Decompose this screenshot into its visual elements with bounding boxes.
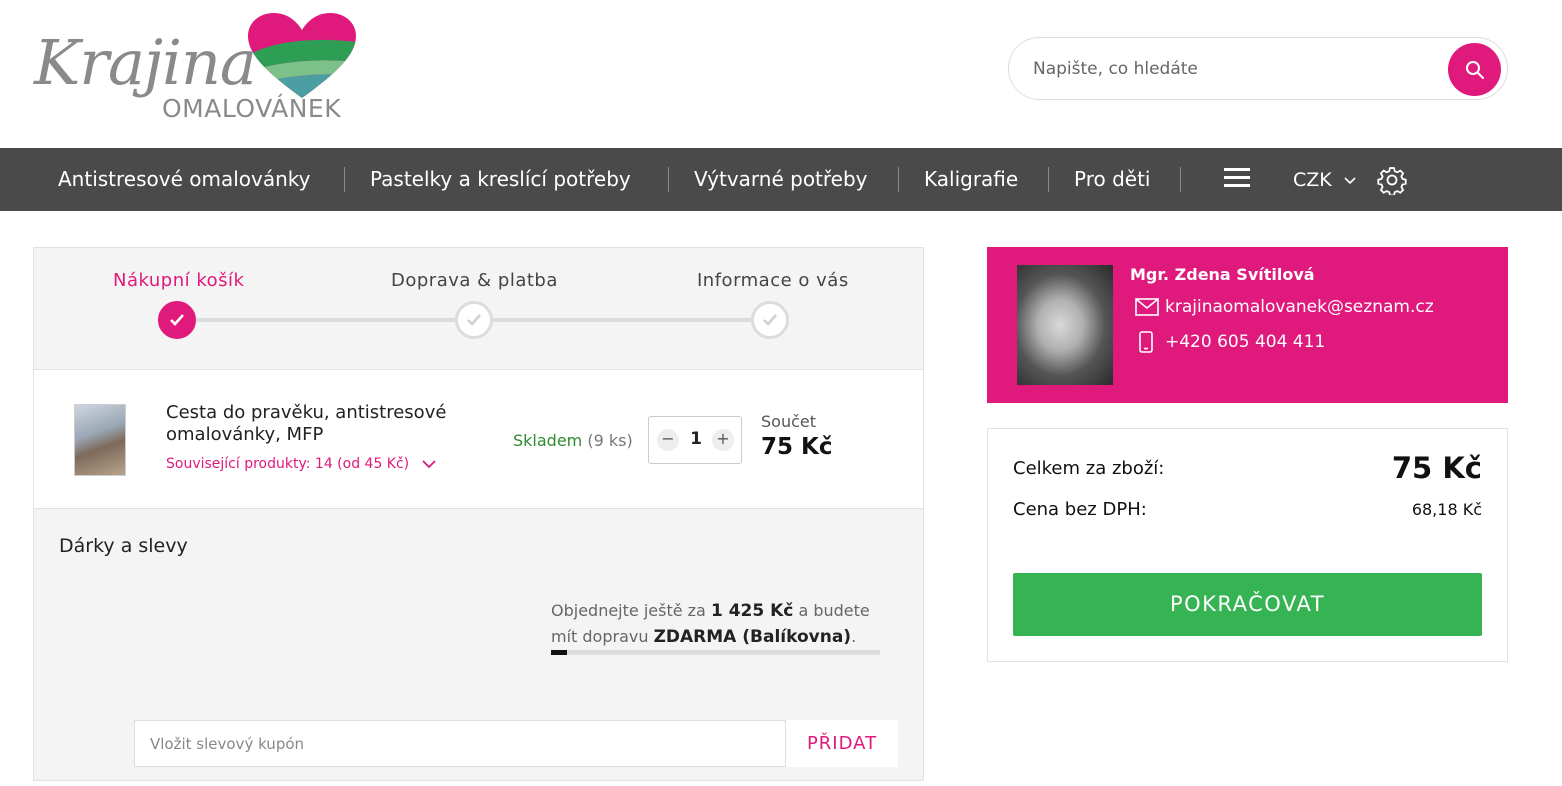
coupon-input[interactable] (134, 720, 786, 767)
gear-icon[interactable] (1377, 165, 1407, 195)
shipping-remaining-amount: 1 425 Kč (710, 601, 794, 621)
step-connector (493, 318, 771, 322)
decrease-quantity-button[interactable]: − (657, 429, 679, 451)
chevron-down-icon (1344, 176, 1356, 184)
free-shipping-progress-fill (551, 650, 568, 655)
nav-divider (1048, 167, 1049, 192)
hamburger-icon[interactable] (1224, 168, 1250, 190)
stock-status: Skladem (9 ks) (513, 431, 633, 450)
continue-button[interactable]: POKRAČOVAT (1013, 573, 1482, 636)
site-header: Krajina OMALOVÁNEK (0, 0, 1562, 148)
total-value: 75 Kč (1391, 451, 1482, 485)
mail-icon (1135, 298, 1159, 316)
stock-quantity: (9 ks) (587, 431, 633, 450)
main-navigation: Antistresové omalovánky Pastelky a kresl… (0, 148, 1562, 211)
contact-name: Mgr. Zdena Svítilová (1130, 265, 1315, 284)
check-icon (763, 314, 777, 326)
product-name[interactable]: Cesta do pravěku, antistresové omalovánk… (166, 402, 486, 446)
nav-divider (1180, 167, 1181, 192)
phone-icon (1139, 331, 1153, 353)
search-icon (1465, 60, 1484, 79)
search-box (1008, 37, 1508, 100)
net-price-label: Cena bez DPH: (1013, 499, 1147, 520)
contact-phone: +420 605 404 411 (1165, 332, 1326, 352)
item-sum-value: 75 Kč (761, 434, 833, 460)
step-info-label: Informace o vás (697, 270, 849, 291)
contact-phone-link[interactable]: +420 605 404 411 (1135, 331, 1325, 353)
related-products-label: Související produkty: 14 (od 45 Kč) (166, 456, 410, 472)
nav-item-kids[interactable]: Pro děti (1074, 148, 1150, 211)
nav-divider (668, 167, 669, 192)
order-summary: Celkem za zboží: 75 Kč Cena bez DPH: 68,… (987, 428, 1508, 662)
nav-divider (898, 167, 899, 192)
quantity-value[interactable]: 1 (685, 429, 707, 449)
shipping-free-label: ZDARMA (Balíkovna) (653, 627, 852, 647)
nav-item-calligraphy[interactable]: Kaligrafie (924, 148, 1018, 211)
nav-divider (344, 167, 345, 192)
search-button[interactable] (1448, 43, 1501, 96)
avatar (1017, 265, 1113, 385)
site-logo[interactable]: Krajina OMALOVÁNEK (30, 12, 360, 130)
related-products-toggle[interactable]: Související produkty: 14 (od 45 Kč) (166, 456, 436, 472)
increase-quantity-button[interactable]: + (712, 429, 734, 451)
logo-main-text: Krajina (34, 26, 257, 99)
cart-panel: Nákupní košík Doprava & platba Informace… (33, 247, 924, 781)
stock-label: Skladem (513, 431, 583, 450)
shipping-text-before: Objednejte ještě za (551, 601, 711, 620)
step-shipping[interactable] (455, 301, 493, 339)
chevron-down-icon (421, 459, 436, 468)
search-input[interactable] (1033, 56, 1433, 82)
item-sum-label: Součet (761, 412, 816, 431)
contact-email: krajinaomalovanek@seznam.cz (1165, 297, 1434, 317)
currency-select[interactable]: CZK (1293, 148, 1356, 211)
step-connector (196, 318, 478, 322)
free-shipping-progress (551, 650, 880, 655)
net-price-value: 68,18 Kč (1411, 500, 1482, 519)
heart-logo-icon (248, 13, 356, 98)
step-cart-label: Nákupní košík (113, 270, 245, 291)
quantity-stepper: − 1 + (648, 416, 742, 464)
nav-item-pencils[interactable]: Pastelky a kreslící potřeby (370, 148, 631, 211)
step-info[interactable] (751, 301, 789, 339)
nav-item-antistress[interactable]: Antistresové omalovánky (58, 148, 311, 211)
product-thumbnail[interactable] (74, 404, 126, 476)
shipping-text-after: . (851, 627, 857, 646)
contact-card: Mgr. Zdena Svítilová krajinaomalovanek@s… (987, 247, 1508, 403)
check-icon (467, 314, 481, 326)
contact-email-link[interactable]: krajinaomalovanek@seznam.cz (1135, 297, 1434, 317)
currency-value: CZK (1293, 169, 1332, 191)
gifts-discounts-title: Dárky a slevy (59, 535, 188, 557)
cart-item-row: Cesta do pravěku, antistresové omalovánk… (34, 370, 923, 509)
nav-item-art-supplies[interactable]: Výtvarné potřeby (694, 148, 868, 211)
checkout-steps: Nákupní košík Doprava & platba Informace… (34, 248, 923, 370)
check-icon (170, 314, 184, 326)
total-label: Celkem za zboží: (1013, 458, 1165, 479)
free-shipping-note: Objednejte ještě za 1 425 Kč a budete mí… (551, 598, 891, 650)
step-shipping-label: Doprava & platba (391, 270, 558, 291)
step-cart[interactable] (158, 301, 196, 339)
add-coupon-button[interactable]: PŘIDAT (786, 720, 898, 767)
